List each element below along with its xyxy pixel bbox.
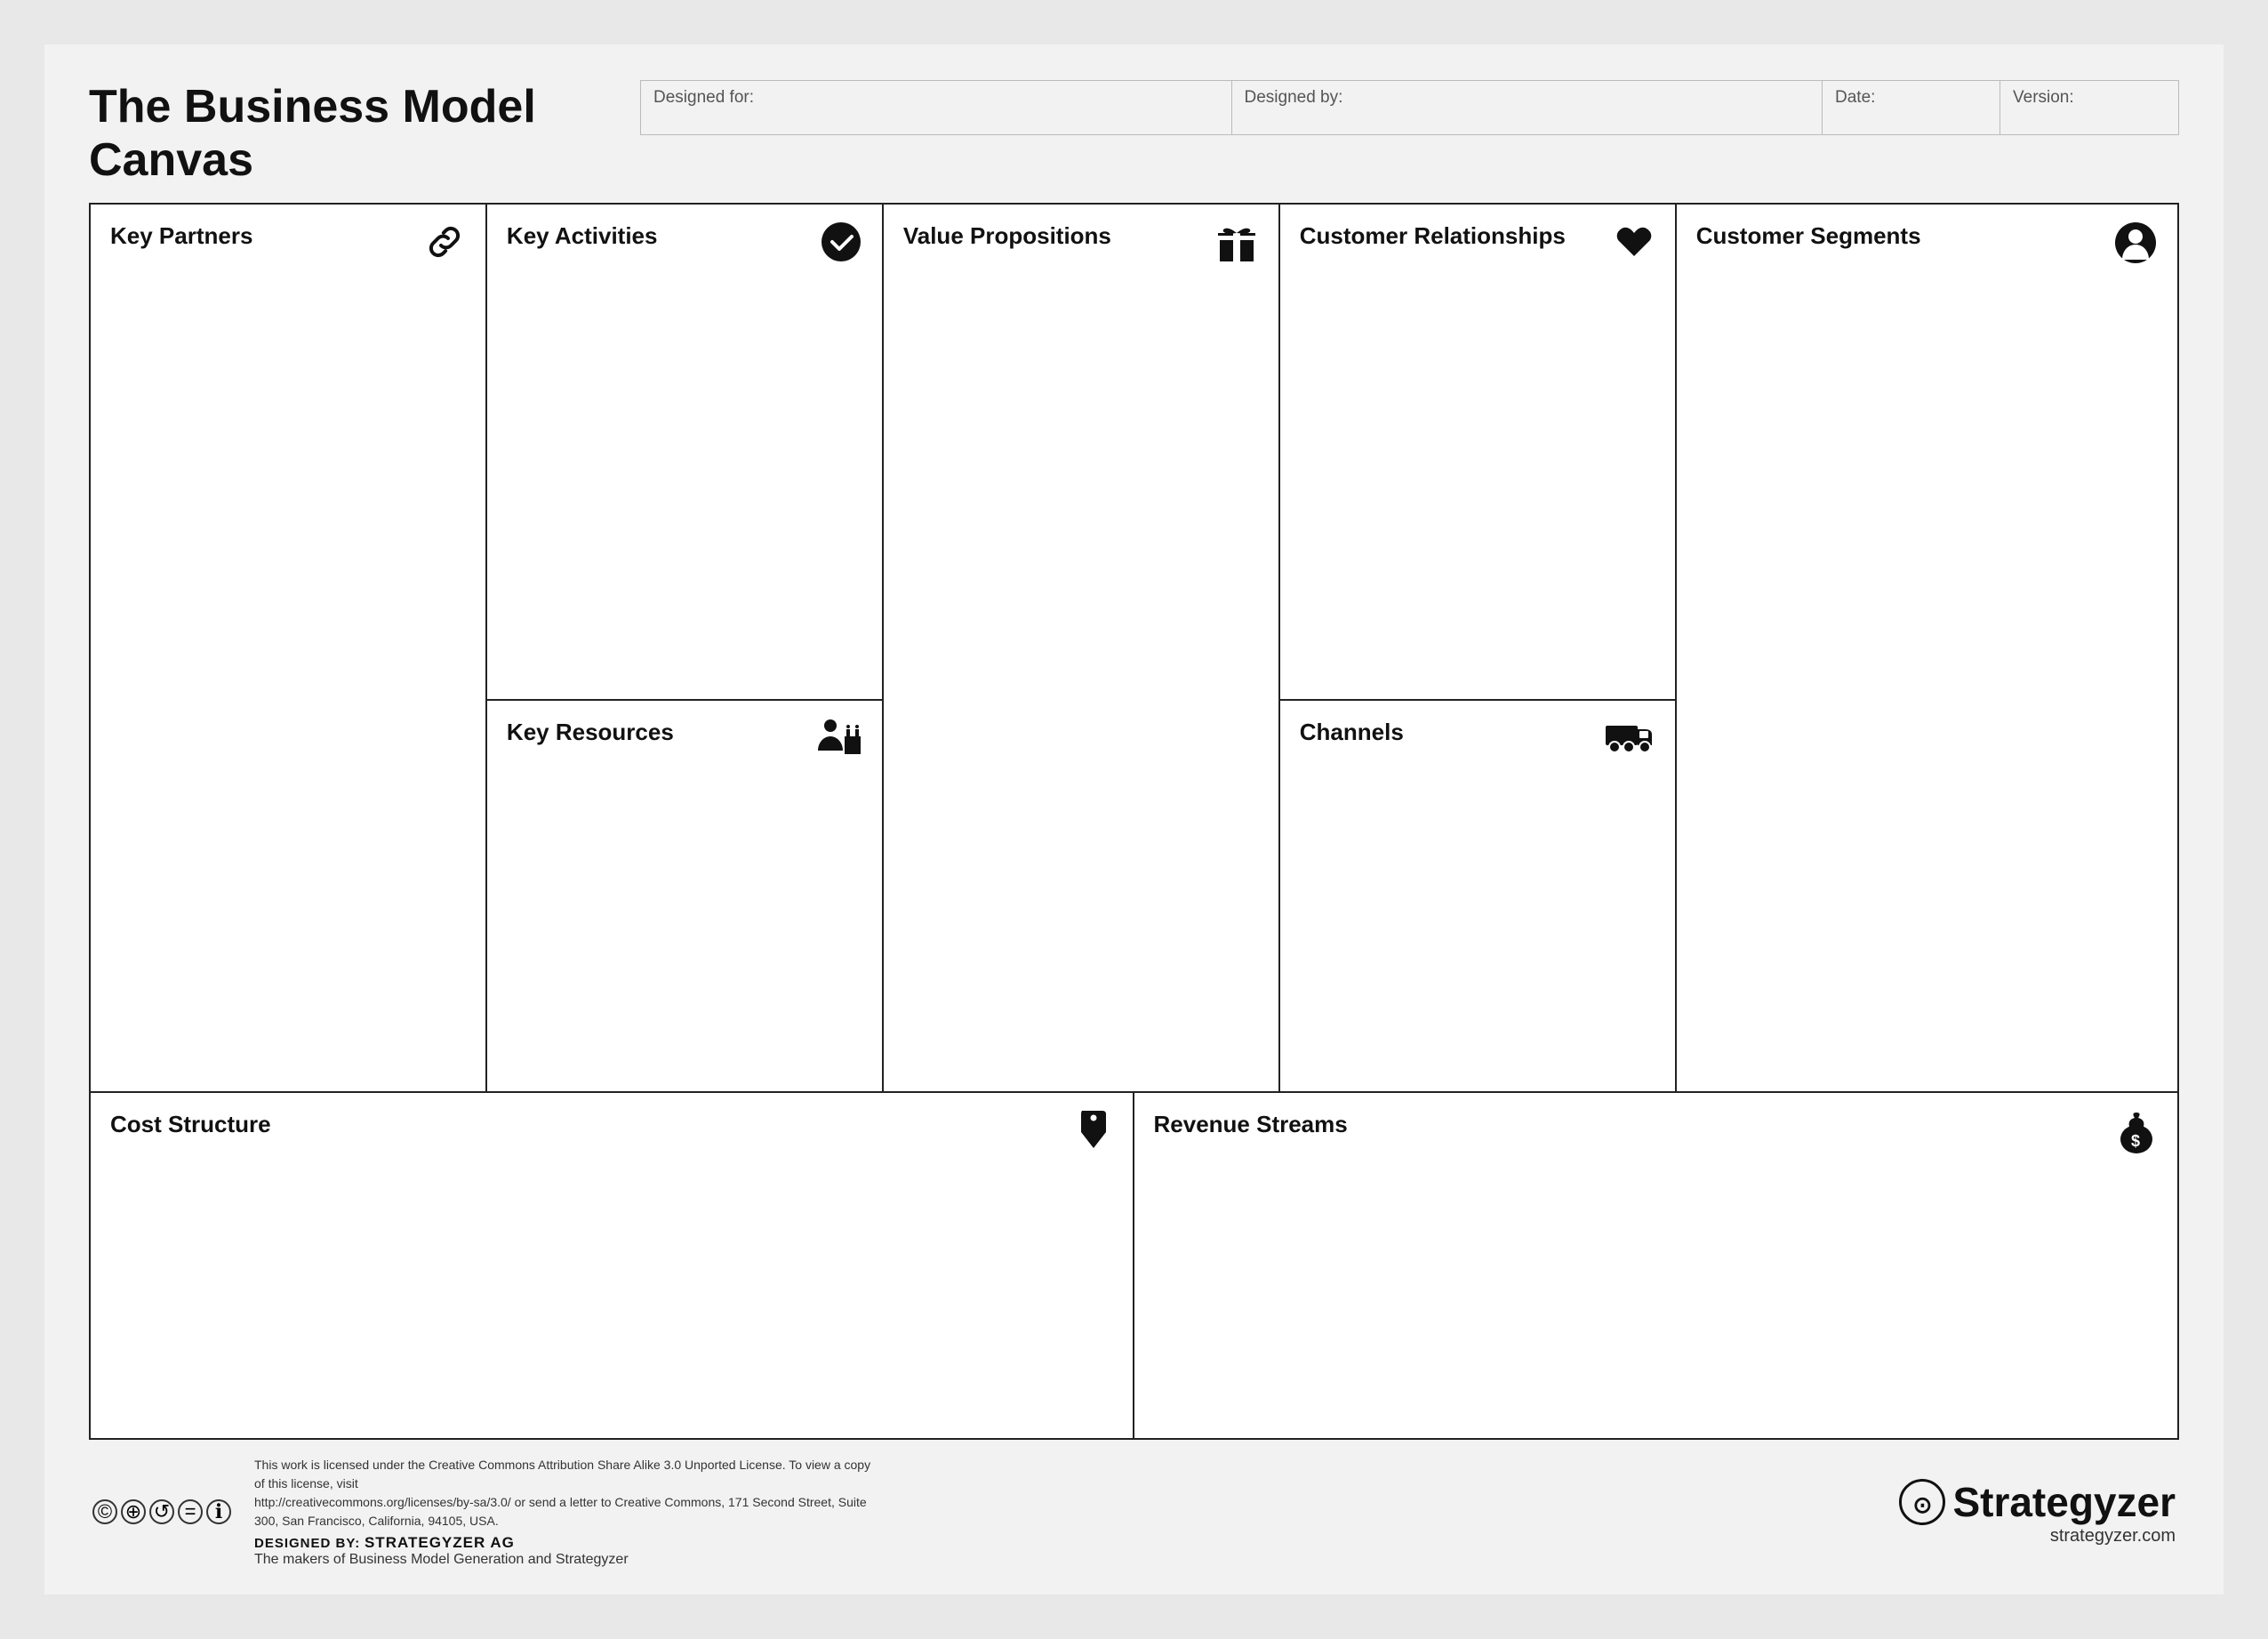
canvas: Key Partners: [89, 203, 2179, 1440]
channels-label: Channels: [1300, 719, 1655, 746]
value-propositions-label: Value Propositions: [903, 222, 1259, 250]
header: The Business Model Canvas Designed for: …: [89, 80, 2179, 187]
page-title: The Business Model Canvas: [89, 80, 640, 187]
footer-text-block: This work is licensed under the Creative…: [254, 1456, 877, 1568]
key-partners-label: Key Partners: [110, 222, 466, 250]
footer-left: © ⊕ ↺ = ℹ This work is licensed under th…: [92, 1456, 877, 1568]
version-label: Version:: [2013, 88, 2166, 108]
customer-relationships-cell[interactable]: Customer Relationships: [1280, 205, 1675, 701]
customer-segments-icon: [2113, 221, 2158, 274]
page: The Business Model Canvas Designed for: …: [44, 44, 2224, 1595]
license-text: This work is licensed under the Creative…: [254, 1456, 877, 1531]
date-field[interactable]: Date:: [1823, 81, 2000, 134]
footer-tagline: The makers of Business Model Generation …: [254, 1552, 877, 1568]
svg-text:$: $: [2131, 1132, 2140, 1150]
key-partners-column: Key Partners: [91, 205, 487, 1091]
creative-commons-icons: © ⊕ ↺ = ℹ: [92, 1499, 231, 1524]
designed-for-label: Designed for:: [653, 88, 1219, 108]
key-partners-icon: [423, 221, 466, 272]
revenue-streams-column[interactable]: Revenue Streams $: [1134, 1093, 2178, 1438]
customer-segments-column[interactable]: Customer Segments: [1677, 205, 2177, 1091]
revenue-streams-label: Revenue Streams: [1154, 1111, 2159, 1138]
designed-for-field[interactable]: Designed for:: [641, 81, 1232, 134]
canvas-top: Key Partners: [91, 205, 2177, 1093]
cc-info-icon: ℹ: [206, 1499, 231, 1524]
cc-icon: ©: [92, 1499, 117, 1524]
cost-structure-column[interactable]: Cost Structure: [91, 1093, 1134, 1438]
version-field[interactable]: Version:: [2000, 81, 2178, 134]
channels-icon: [1604, 717, 1655, 761]
value-propositions-icon: [1214, 221, 1259, 274]
cost-structure-label: Cost Structure: [110, 1111, 1113, 1138]
customer-rel-channels-column: Customer Relationships Channels: [1280, 205, 1677, 1091]
customer-relationships-label: Customer Relationships: [1300, 222, 1655, 250]
logo-icon: ⊙: [1899, 1479, 1945, 1525]
key-activities-cell[interactable]: Key Activities: [487, 205, 882, 701]
revenue-streams-icon: $: [2115, 1109, 2158, 1164]
footer: © ⊕ ↺ = ℹ This work is licensed under th…: [89, 1456, 2179, 1568]
key-activities-icon: [820, 221, 862, 272]
key-activities-label: Key Activities: [507, 222, 862, 250]
key-resources-cell[interactable]: Key Resources: [487, 701, 882, 1091]
designed-by-field[interactable]: Designed by:: [1232, 81, 1823, 134]
designed-by-block: DESIGNED BY: Strategyzer AG: [254, 1534, 877, 1552]
designed-by-label: DESIGNED BY:: [254, 1536, 360, 1551]
key-resources-label: Key Resources: [507, 719, 862, 746]
cc-sa-icon: ↺: [149, 1499, 174, 1524]
key-activities-resources-column: Key Activities Key Resources: [487, 205, 884, 1091]
date-label: Date:: [1835, 88, 1987, 108]
customer-relationships-icon: [1613, 221, 1655, 269]
strategyzer-url: strategyzer.com: [1899, 1526, 2176, 1547]
cc-nd-icon: =: [178, 1499, 203, 1524]
channels-cell[interactable]: Channels: [1280, 701, 1675, 1091]
customer-segments-label: Customer Segments: [1696, 222, 2158, 250]
key-resources-icon: [816, 717, 862, 765]
canvas-bottom: Cost Structure Revenue Stre: [91, 1093, 2177, 1438]
cc-by-icon: ⊕: [121, 1499, 146, 1524]
brand-name: Strategyzer: [1952, 1478, 2176, 1526]
strategyzer-logo: ⊙ Strategyzer: [1899, 1478, 2176, 1526]
value-propositions-column[interactable]: Value Propositions: [884, 205, 1280, 1091]
designed-by-value: Strategyzer AG: [365, 1534, 515, 1551]
header-fields: Designed for: Designed by: Date: Version…: [640, 80, 2179, 135]
designed-by-label: Designed by:: [1245, 88, 1810, 108]
cost-structure-icon: [1074, 1109, 1113, 1162]
key-partners-cell[interactable]: Key Partners: [91, 205, 485, 1091]
footer-right: ⊙ Strategyzer strategyzer.com: [1899, 1478, 2176, 1547]
